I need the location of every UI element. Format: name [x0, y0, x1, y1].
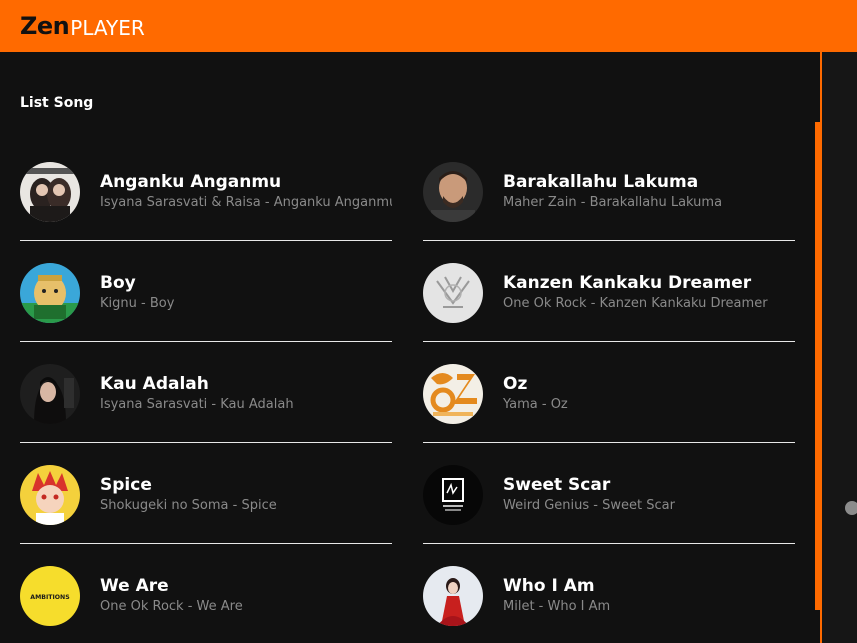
song-subtitle: Isyana Sarasvati - Kau Adalah	[100, 397, 294, 412]
song-subtitle: One Ok Rock - Kanzen Kankaku Dreamer	[503, 296, 768, 311]
album-art-portrait-icon	[423, 566, 483, 626]
song-item[interactable]: Sweet Scar Weird Genius - Sweet Scar	[423, 443, 795, 544]
album-art-abstract-icon	[423, 364, 483, 424]
song-item[interactable]: Kanzen Kankaku Dreamer One Ok Rock - Kan…	[423, 241, 795, 342]
song-title: Spice	[100, 475, 152, 495]
song-title: Barakallahu Lakuma	[503, 172, 699, 192]
song-title: Kanzen Kankaku Dreamer	[503, 273, 752, 293]
song-subtitle: Kignu - Boy	[100, 296, 175, 311]
song-title: Anganku Anganmu	[100, 172, 282, 192]
album-art-anime-icon	[20, 465, 80, 525]
song-item[interactable]: Boy Kignu - Boy	[20, 241, 392, 342]
song-title: Boy	[100, 273, 136, 293]
song-subtitle: One Ok Rock - We Are	[100, 599, 243, 614]
song-list-panel: List Song Anganku Anganmu Isyana Sarasva…	[0, 52, 820, 643]
song-title: We Are	[100, 576, 169, 596]
song-item[interactable]: Kau Adalah Isyana Sarasvati - Kau Adalah	[20, 342, 392, 443]
brand-logo-main: Zen	[20, 12, 70, 40]
song-item[interactable]: Who I Am Milet - Who I Am	[423, 544, 795, 643]
album-art-duo-icon	[20, 162, 80, 222]
song-subtitle: Shokugeki no Soma - Spice	[100, 498, 277, 513]
section-title: List Song	[20, 95, 94, 111]
song-title: Oz	[503, 374, 528, 394]
song-title: Sweet Scar	[503, 475, 611, 495]
song-subtitle: Maher Zain - Barakallahu Lakuma	[503, 195, 723, 210]
song-item[interactable]: Anganku Anganmu Isyana Sarasvati & Raisa…	[20, 140, 392, 241]
song-subtitle: Weird Genius - Sweet Scar	[503, 498, 675, 513]
song-subtitle: Milet - Who I Am	[503, 599, 611, 614]
song-item[interactable]: Oz Yama - Oz	[423, 342, 795, 443]
brand-logo-sub: PLAYER	[70, 15, 145, 40]
album-art-portrait-icon	[20, 364, 80, 424]
cover-text: AMBITIONS	[30, 594, 69, 601]
song-grid: Anganku Anganmu Isyana Sarasvati & Raisa…	[20, 140, 796, 643]
song-item[interactable]: Spice Shokugeki no Soma - Spice	[20, 443, 392, 544]
album-art-portrait-icon	[423, 162, 483, 222]
album-art-logo-icon	[423, 465, 483, 525]
album-art-ambitions-icon: AMBITIONS	[20, 566, 80, 626]
song-title: Kau Adalah	[100, 374, 209, 394]
album-art-sketch-icon	[423, 263, 483, 323]
song-subtitle: Isyana Sarasvati & Raisa - Anganku Angan…	[100, 195, 392, 210]
album-art-cartoon-icon	[20, 263, 80, 323]
app-header: Zen PLAYER	[0, 0, 857, 52]
song-subtitle: Yama - Oz	[503, 397, 568, 412]
song-item[interactable]: Barakallahu Lakuma Maher Zain - Barakall…	[423, 140, 795, 241]
song-item[interactable]: AMBITIONS We Are One Ok Rock - We Are	[20, 544, 392, 643]
song-title: Who I Am	[503, 576, 595, 596]
side-panel	[822, 52, 857, 643]
panel-toggle-handle[interactable]	[845, 501, 857, 515]
